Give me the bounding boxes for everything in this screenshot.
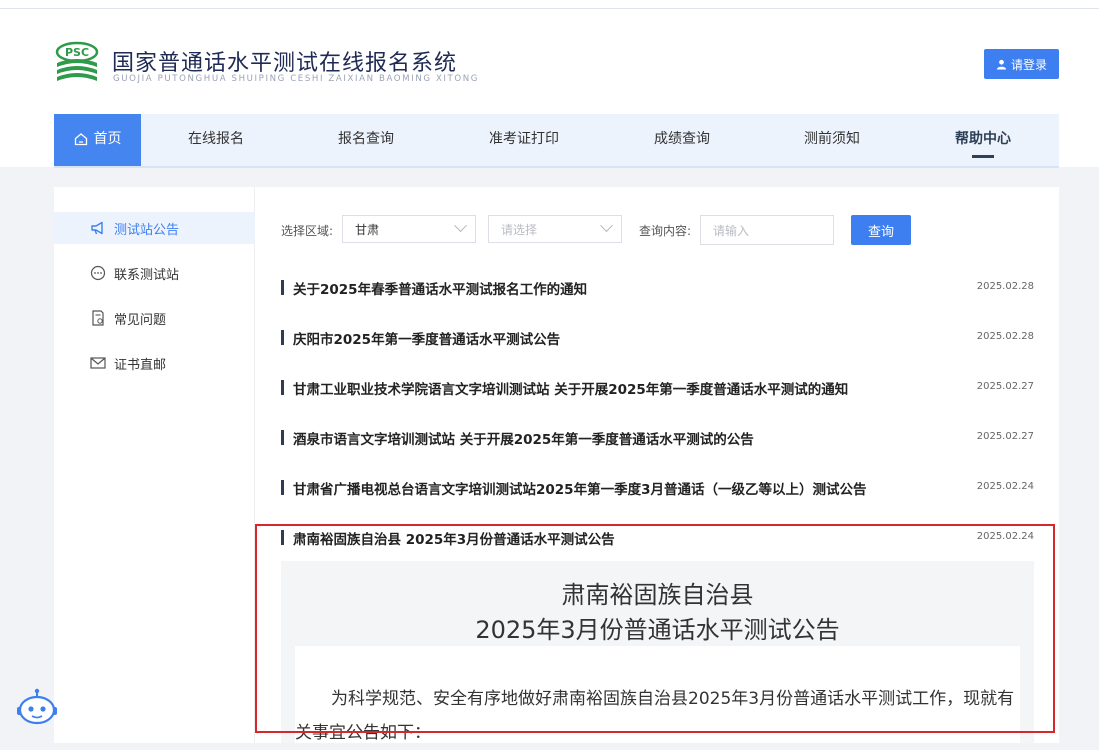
notice-item[interactable]: 关于2025年春季普通话水平测试报名工作的通知 2025.02.28 [281, 277, 1034, 298]
nav-admission-print[interactable]: 准考证打印 [474, 114, 574, 166]
sub-region-placeholder: 请选择 [501, 222, 538, 237]
notice-date: 2025.02.28 [976, 331, 1034, 342]
chevron-down-icon [600, 219, 613, 233]
sub-region-select[interactable]: 请选择 [488, 215, 622, 243]
sidebar-item-label: 证书直邮 [114, 357, 167, 373]
query-label: 查询内容: [639, 224, 692, 238]
notice-title: 甘肃工业职业技术学院语言文字培训测试站 关于开展2025年第一季度普通话水平测试… [293, 382, 849, 398]
nav-pretest-notice[interactable]: 测前须知 [782, 114, 882, 166]
nav-active-underline [972, 155, 994, 158]
mail-icon [90, 355, 106, 371]
notice-bar [281, 480, 284, 495]
sidebar-item-contact[interactable]: 联系测试站 [54, 257, 255, 289]
site-subtitle: GUOJIA PUTONGHUA SHUIPING CESHI ZAIXIAN … [113, 74, 480, 84]
chat-icon [90, 265, 106, 281]
notice-item[interactable]: 甘肃工业职业技术学院语言文字培训测试站 关于开展2025年第一季度普通话水平测试… [281, 377, 1034, 398]
nav-register-query[interactable]: 报名查询 [316, 114, 416, 166]
sidebar-item-faq[interactable]: 常见问题 [54, 302, 255, 334]
region-label: 选择区域: [281, 224, 334, 238]
region-value: 甘肃 [355, 222, 380, 237]
psc-logo: PSC [55, 41, 99, 81]
home-icon [74, 133, 87, 146]
notice-bar [281, 330, 284, 345]
notice-date: 2025.02.27 [976, 381, 1034, 392]
notice-title: 酒泉市语言文字培训测试站 关于开展2025年第一季度普通话水平测试的公告 [293, 432, 754, 448]
query-input[interactable]: 请输入 [700, 215, 834, 245]
login-label: 请登录 [1010, 57, 1047, 72]
sidebar-item-label: 测试站公告 [114, 222, 180, 238]
query-button[interactable]: 查询 [851, 215, 911, 245]
nav-home-label: 首页 [93, 131, 122, 147]
region-select[interactable]: 甘肃 [342, 215, 476, 243]
site-title: 国家普通话水平测试在线报名系统 [112, 51, 458, 76]
notice-item[interactable]: 甘肃省广播电视总台语言文字培训测试站2025年第一季度3月普通话（一级乙等以上）… [281, 477, 1034, 498]
sidebar-item-label: 联系测试站 [114, 267, 180, 283]
megaphone-icon [90, 220, 106, 236]
notice-bar [281, 380, 284, 395]
nav-score-query[interactable]: 成绩查询 [632, 114, 732, 166]
notice-title: 甘肃省广播电视总台语言文字培训测试站2025年第一季度3月普通话（一级乙等以上）… [293, 482, 867, 498]
sidebar-item-label: 常见问题 [114, 312, 167, 328]
notice-item[interactable]: 庆阳市2025年第一季度普通话水平测试公告 2025.02.28 [281, 327, 1034, 348]
notice-bar [281, 280, 284, 295]
nav-home[interactable]: 首页 [54, 114, 141, 166]
sidebar-item-announcements[interactable]: 测试站公告 [54, 212, 255, 244]
sidebar-item-mail[interactable]: 证书直邮 [54, 347, 255, 379]
nav-online-register[interactable]: 在线报名 [166, 114, 266, 166]
robot-assistant-icon[interactable] [15, 688, 59, 726]
login-button[interactable]: 请登录 [984, 49, 1059, 79]
user-icon [996, 59, 1007, 70]
chevron-down-icon [454, 219, 467, 233]
notice-title: 关于2025年春季普通话水平测试报名工作的通知 [293, 282, 588, 298]
notice-date: 2025.02.28 [976, 281, 1034, 292]
notice-date: 2025.02.27 [976, 431, 1034, 442]
query-placeholder: 请输入 [713, 223, 750, 238]
document-question-icon [90, 310, 106, 326]
notice-item[interactable]: 酒泉市语言文字培训测试站 关于开展2025年第一季度普通话水平测试的公告 202… [281, 427, 1034, 448]
top-border [0, 0, 1099, 9]
svg-text:PSC: PSC [65, 46, 89, 59]
highlight-box [255, 524, 1055, 733]
notice-date: 2025.02.24 [976, 481, 1034, 492]
notice-title: 庆阳市2025年第一季度普通话水平测试公告 [293, 332, 561, 348]
notice-bar [281, 430, 284, 445]
nav-help-center[interactable]: 帮助中心 [933, 114, 1033, 166]
